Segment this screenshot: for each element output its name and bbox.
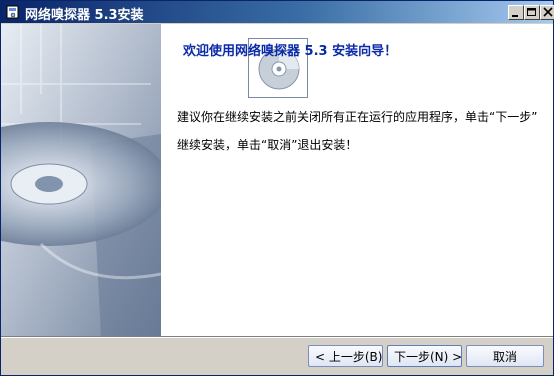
next-button[interactable]: 下一步(N) > xyxy=(387,345,462,367)
close-icon xyxy=(543,7,553,17)
back-button[interactable]: < 上一步(B) xyxy=(308,345,383,367)
cd-disc-icon xyxy=(1,24,161,336)
wizard-side-banner xyxy=(1,24,161,336)
installer-icon xyxy=(5,4,21,20)
close-button[interactable] xyxy=(540,5,554,20)
minimize-button[interactable] xyxy=(508,5,524,20)
maximize-icon xyxy=(527,8,536,16)
minimize-icon xyxy=(512,15,518,17)
installer-window: 网络嗅探器 5.3安装 欢迎使用网络嗅探器 5.3 安装向导！ 建议你在继续安装… xyxy=(0,0,554,376)
instruction-line-1: 建议你在继续安装之前关闭所有正在运行的应用程序，单击“下一步” xyxy=(177,110,538,124)
cancel-button[interactable]: 取消 xyxy=(466,345,544,367)
window-title: 网络嗅探器 5.3安装 xyxy=(25,8,144,23)
title-bar[interactable]: 网络嗅探器 5.3安装 xyxy=(1,1,554,23)
button-separator xyxy=(1,336,553,338)
instruction-line-2: 继续安装，单击“取消”退出安装！ xyxy=(177,138,358,152)
wizard-content: 欢迎使用网络嗅探器 5.3 安装向导！ 建议你在继续安装之前关闭所有正在运行的应… xyxy=(161,24,553,336)
maximize-button[interactable] xyxy=(524,5,540,20)
wizard-heading: 欢迎使用网络嗅探器 5.3 安装向导！ xyxy=(183,44,398,59)
